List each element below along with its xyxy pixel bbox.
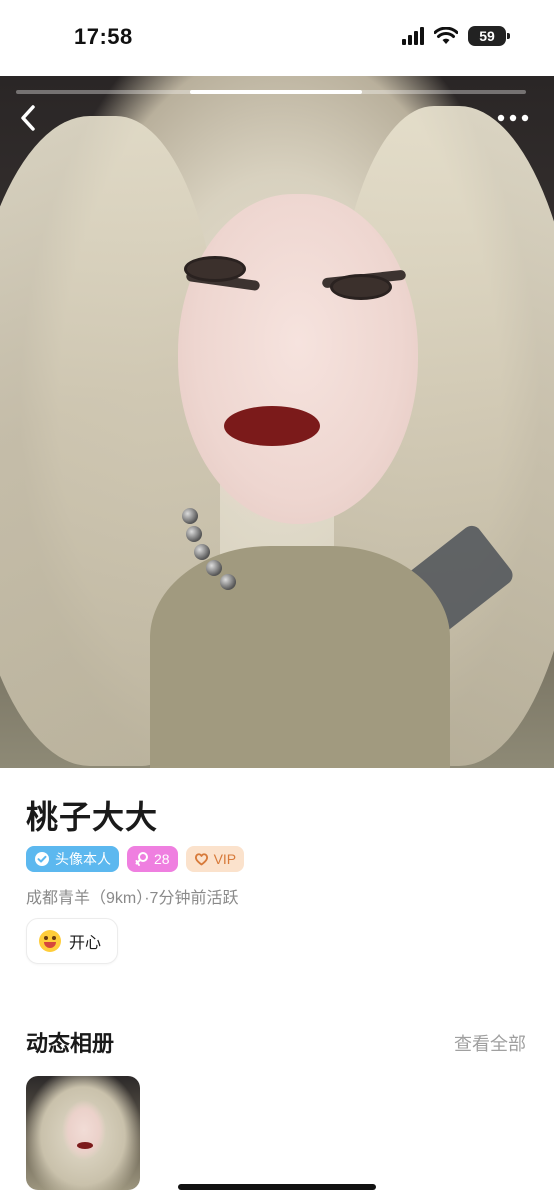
battery-icon: 59 — [468, 26, 510, 46]
photo-pearl — [182, 508, 198, 524]
album-title: 动态相册 — [26, 1031, 115, 1056]
age-badge: 28 — [127, 846, 178, 872]
view-all-link[interactable]: 查看全部 — [454, 1030, 526, 1056]
vip-label: VIP — [213, 851, 237, 867]
photo-pearl — [194, 544, 210, 560]
photo-eye-right — [330, 274, 392, 300]
check-icon — [35, 852, 49, 866]
photo-lips — [224, 406, 320, 446]
verified-badge: 头像本人 — [26, 846, 119, 872]
female-icon — [135, 852, 148, 866]
photo-face — [178, 194, 418, 524]
photo-page-indicator-active — [190, 90, 362, 94]
location-activity: 成都青羊（9km）·7分钟前活跃 — [26, 890, 239, 907]
age-label: 28 — [154, 851, 170, 867]
photo-eye-left — [184, 256, 246, 282]
photo-pearl — [206, 560, 222, 576]
back-arrow-icon — [21, 105, 35, 131]
vip-badge: VIP — [185, 846, 245, 872]
photo-pearl — [186, 526, 202, 542]
more-dots-icon — [497, 114, 529, 122]
heart-icon — [194, 853, 208, 866]
happy-face-icon — [39, 930, 61, 952]
status-bar: 17:58 59 — [0, 0, 554, 76]
status-time: 17:58 — [74, 24, 133, 49]
thumb-lips — [77, 1142, 93, 1149]
photo-pearl — [220, 574, 236, 590]
status-icons: 59 — [402, 26, 510, 46]
back-button[interactable] — [14, 100, 44, 136]
album-thumbnail[interactable] — [26, 1076, 140, 1190]
mood-label: 开心 — [69, 935, 102, 952]
profile-tags: 头像本人 28 VIP — [26, 846, 245, 872]
wifi-icon — [434, 27, 458, 44]
mood-chip[interactable]: 开心 — [26, 918, 119, 964]
photo-sweater — [150, 546, 450, 768]
signal-icon — [402, 27, 424, 45]
profile-photo[interactable] — [0, 76, 554, 768]
home-indicator[interactable] — [178, 1184, 376, 1190]
more-button[interactable] — [496, 108, 530, 128]
battery-level: 59 — [479, 28, 495, 44]
verified-label: 头像本人 — [55, 851, 111, 867]
profile-name: 桃子大大 — [26, 799, 159, 835]
